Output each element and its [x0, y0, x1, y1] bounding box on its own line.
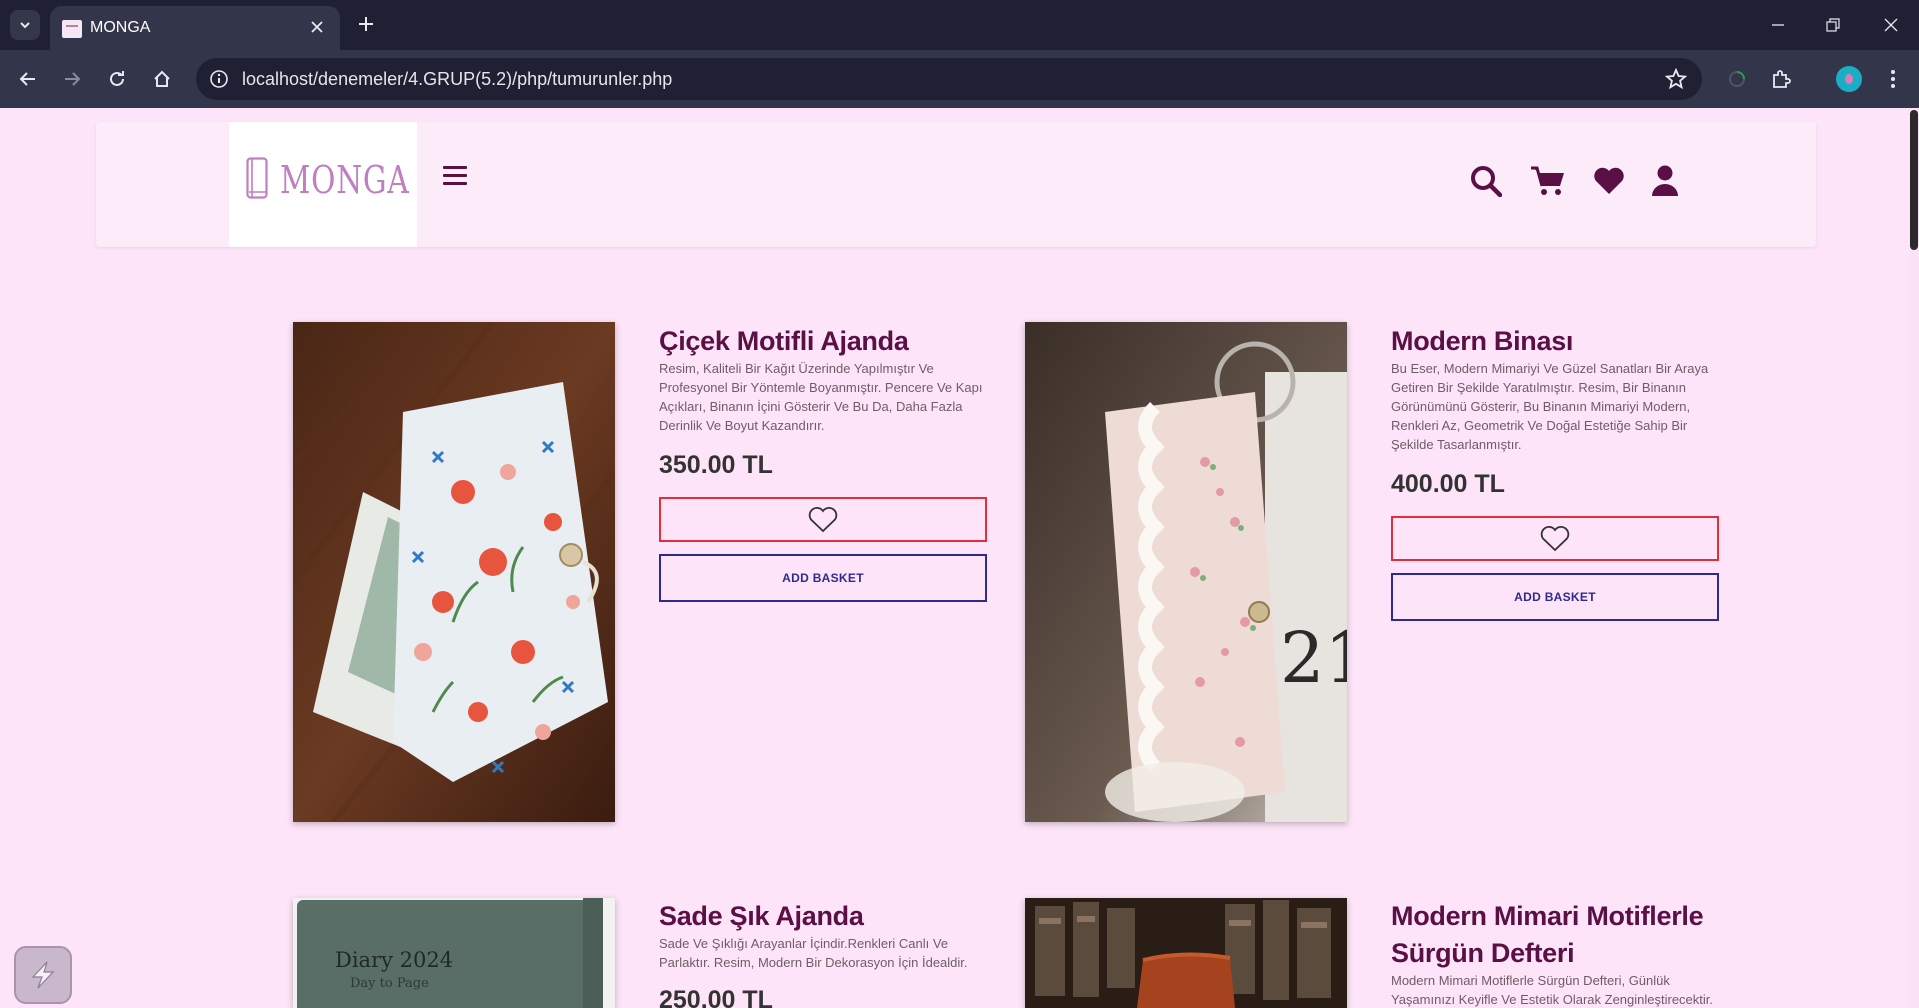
- product-image[interactable]: [293, 322, 615, 822]
- extension-status-button[interactable]: [1724, 66, 1750, 92]
- restore-button[interactable]: [1818, 10, 1848, 40]
- plus-icon: [359, 17, 373, 31]
- close-icon: [1884, 18, 1898, 32]
- extension-badge[interactable]: [14, 946, 72, 1004]
- address-bar[interactable]: localhost/denemeler/4.GRUP(5.2)/php/tumu…: [196, 58, 1702, 100]
- extensions-button[interactable]: [1768, 66, 1794, 92]
- minimize-icon: [1772, 24, 1784, 26]
- minimize-button[interactable]: [1763, 10, 1793, 40]
- menu-button[interactable]: [443, 166, 467, 188]
- cart-icon: [1531, 166, 1564, 195]
- product-price: 400.00 TL: [1391, 470, 1505, 498]
- cover-subtitle-text: Day to Page: [350, 976, 429, 991]
- reload-icon: [110, 71, 124, 86]
- heart-outline-icon: [1540, 525, 1570, 551]
- product-title[interactable]: Modern Binası: [1391, 323, 1573, 360]
- info-icon: [210, 70, 228, 88]
- star-icon: [1665, 68, 1687, 90]
- lightning-icon: [31, 961, 55, 989]
- home-icon: [154, 70, 170, 87]
- product-image[interactable]: 21: [1025, 322, 1347, 822]
- add-to-favorites-button[interactable]: [659, 497, 987, 542]
- product-title[interactable]: Sade Şık Ajanda: [659, 898, 864, 935]
- home-button[interactable]: [147, 64, 177, 94]
- profile-avatar[interactable]: [1836, 66, 1862, 92]
- close-icon: [311, 21, 323, 33]
- browser-toolbar: localhost/denemeler/4.GRUP(5.2)/php/tumu…: [0, 50, 1919, 108]
- arrow-right-icon: [65, 72, 81, 86]
- new-tab-button[interactable]: [352, 10, 380, 38]
- close-window-button[interactable]: [1876, 10, 1906, 40]
- logo-text: MONGA: [280, 158, 410, 202]
- product-price: 350.00 TL: [659, 451, 773, 479]
- add-to-favorites-button[interactable]: [1391, 516, 1719, 561]
- site-header: MONGA: [96, 122, 1816, 247]
- more-vert-icon: [1891, 70, 1895, 88]
- scrollbar-thumb[interactable]: [1910, 110, 1918, 250]
- forward-button[interactable]: [57, 64, 87, 94]
- loading-icon: [1729, 71, 1745, 87]
- bookmark-button[interactable]: [1664, 67, 1688, 91]
- url-text: localhost/denemeler/4.GRUP(5.2)/php/tumu…: [242, 69, 673, 89]
- user-icon: [1652, 165, 1678, 196]
- browser-tab-bar: MONGA: [0, 0, 1919, 50]
- search-icon: [1471, 166, 1502, 197]
- restore-icon: [1826, 18, 1840, 32]
- lace-notebook-photo: 21: [1025, 322, 1347, 822]
- back-button[interactable]: [13, 64, 43, 94]
- product-description: Modern Mimari Motiflerle Sürgün Defteri,…: [1391, 973, 1714, 1007]
- search-button[interactable]: [1469, 162, 1503, 200]
- add-basket-button[interactable]: ADD BASKET: [1391, 573, 1719, 621]
- product-image[interactable]: [1025, 898, 1347, 1008]
- product-description: Sade Ve Şıklığı Arayanlar İçindir.Renkle…: [659, 936, 968, 970]
- book-icon: [246, 157, 268, 199]
- browser-tab-active[interactable]: MONGA: [50, 6, 340, 50]
- cart-button[interactable]: [1529, 162, 1567, 200]
- product-price: 250.00 TL: [659, 986, 773, 1008]
- tab-search-button[interactable]: [10, 10, 40, 40]
- reload-button[interactable]: [102, 64, 132, 94]
- floral-notebook-photo: [293, 322, 615, 822]
- puzzle-icon: [1773, 70, 1791, 88]
- product-description: Bu Eser, Modern Mimariyi Ve Güzel Sanatl…: [1391, 361, 1709, 452]
- browser-menu-button[interactable]: [1880, 66, 1906, 92]
- add-basket-button[interactable]: ADD BASKET: [659, 554, 987, 602]
- chevron-down-icon: [20, 22, 30, 29]
- favorites-button[interactable]: [1592, 162, 1626, 200]
- product-title[interactable]: Çiçek Motifli Ajanda: [659, 323, 909, 360]
- logo[interactable]: MONGA: [229, 122, 417, 247]
- cover-title-text: Diary 2024: [335, 948, 454, 972]
- leather-notebook-photo: [1025, 898, 1347, 1008]
- product-description: Resim, Kaliteli Bir Kağıt Üzerinde Yapıl…: [659, 361, 983, 433]
- heart-outline-icon: [808, 506, 838, 532]
- arrow-left-icon: [19, 72, 35, 86]
- favicon-icon: [62, 20, 82, 38]
- tab-title: MONGA: [90, 19, 151, 36]
- product-image[interactable]: Diary 2024 Day to Page: [293, 898, 615, 1008]
- tab-close-button[interactable]: [306, 16, 328, 38]
- account-button[interactable]: [1650, 162, 1680, 200]
- site-info-button[interactable]: [204, 64, 234, 94]
- svg-text:21: 21: [1280, 617, 1347, 699]
- heart-icon: [1594, 167, 1624, 194]
- product-title[interactable]: Modern Mimari Motiflerle Sürgün Defteri: [1391, 898, 1731, 972]
